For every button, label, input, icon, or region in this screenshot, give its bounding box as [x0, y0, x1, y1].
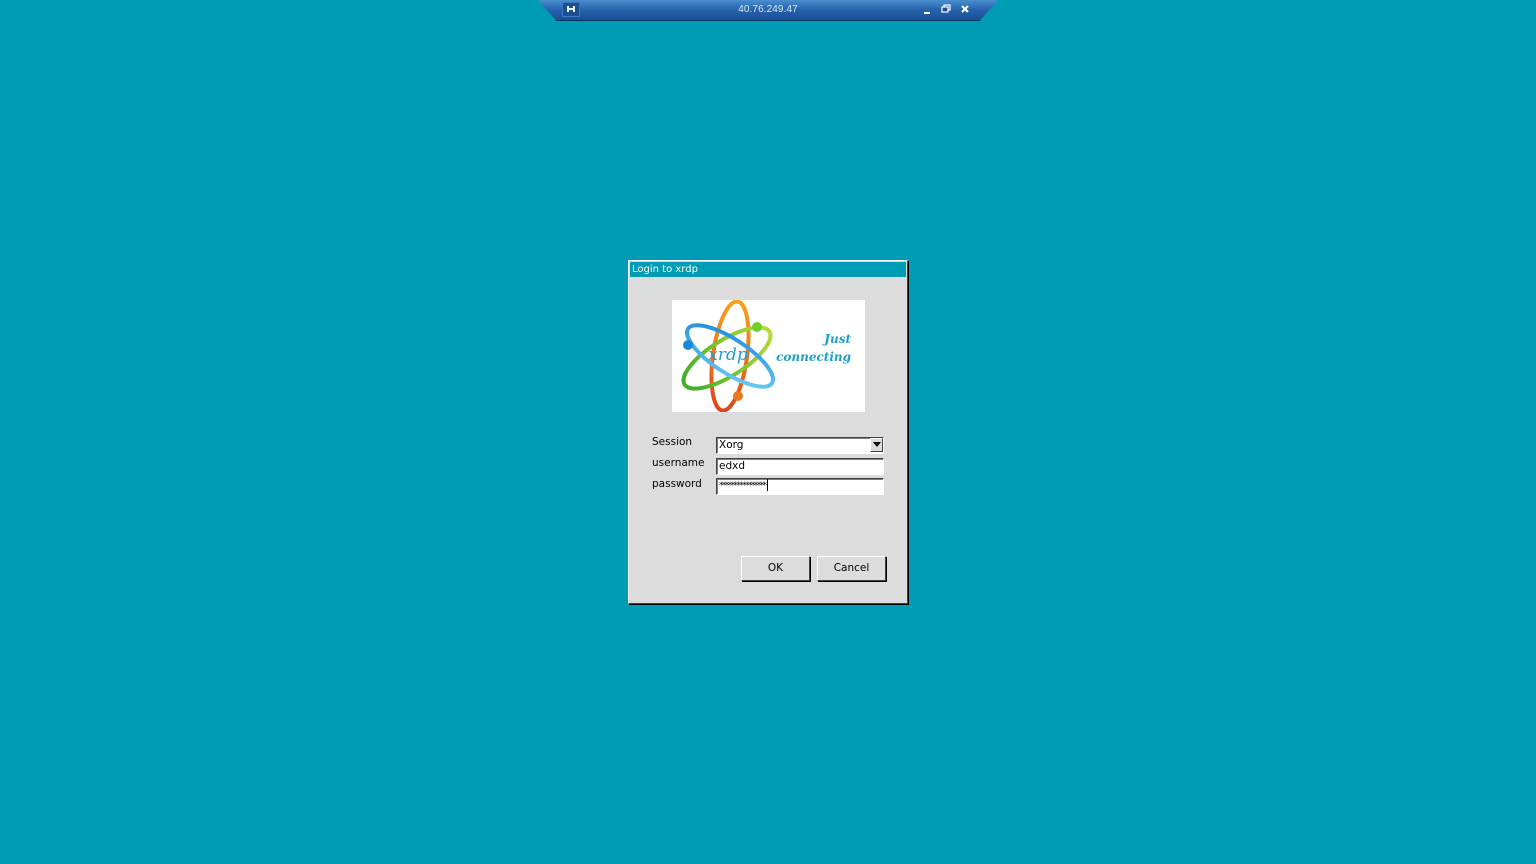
text-cursor: [767, 479, 769, 491]
ok-button[interactable]: OK: [741, 556, 810, 581]
login-dialog: Login to xrdp xrdp Just connecting Sessi…: [628, 260, 908, 604]
password-label: password: [652, 478, 702, 490]
password-masked-value: ****************: [719, 481, 767, 491]
minimize-icon[interactable]: [921, 2, 935, 16]
rdp-connection-bar: 40.76.249.47: [538, 0, 998, 21]
xrdp-logo: xrdp Just connecting: [672, 300, 865, 412]
username-label: username: [652, 457, 705, 469]
cancel-button[interactable]: Cancel: [817, 556, 886, 581]
close-icon[interactable]: [958, 2, 972, 16]
logo-tagline-line2: connecting: [776, 350, 851, 364]
session-select[interactable]: Xorg: [716, 437, 884, 454]
session-selected-value: Xorg: [719, 439, 744, 451]
username-field[interactable]: edxd: [716, 458, 884, 475]
dialog-title: Login to xrdp: [630, 262, 906, 277]
chevron-down-icon[interactable]: [870, 438, 883, 452]
username-value: edxd: [719, 460, 746, 472]
restore-icon[interactable]: [939, 2, 953, 16]
session-label: Session: [652, 436, 693, 448]
logo-brand-text: xrdp: [708, 345, 748, 365]
password-field[interactable]: ****************: [716, 478, 884, 495]
logo-tagline-line1: Just: [822, 332, 851, 346]
